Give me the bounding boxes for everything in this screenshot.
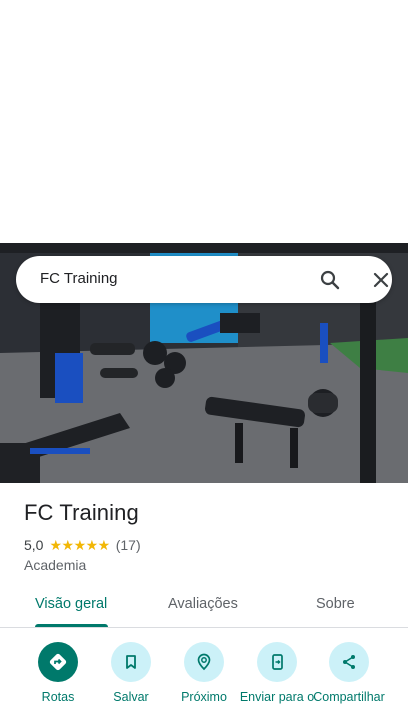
save-button[interactable]: Salvar	[91, 642, 171, 704]
share-icon	[329, 642, 369, 682]
tab-bar: Visão geral Avaliações Sobre	[0, 586, 408, 628]
nearby-label: Próximo	[181, 690, 227, 704]
send-to-phone-label: Enviar para o	[239, 690, 315, 704]
rating-row[interactable]: 5,0 ★★★★★ (17)	[24, 536, 141, 554]
close-icon[interactable]	[369, 268, 393, 292]
directions-icon	[38, 642, 78, 682]
send-to-phone-icon	[257, 642, 297, 682]
directions-button[interactable]: Rotas	[18, 642, 98, 704]
review-count: (17)	[115, 537, 141, 553]
place-title: FC Training	[24, 500, 139, 525]
star-rating: ★★★★★	[49, 536, 110, 553]
search-bar[interactable]: FC Training	[16, 256, 392, 303]
save-label: Salvar	[113, 690, 149, 704]
place-page: FC Training FC Training 5,0 ★★★★★ (17) A…	[0, 0, 408, 726]
nearby-icon	[184, 642, 224, 682]
place-category: Academia	[24, 557, 87, 573]
bookmark-icon	[111, 642, 151, 682]
share-label: Compartilhar	[313, 690, 385, 704]
divider	[0, 627, 408, 628]
tab-reviews[interactable]: Avaliações	[168, 596, 238, 612]
search-input[interactable]: FC Training	[40, 270, 118, 287]
tab-overview[interactable]: Visão geral	[35, 596, 107, 612]
tab-about[interactable]: Sobre	[316, 596, 355, 612]
rating-value: 5,0	[24, 537, 44, 553]
nearby-button[interactable]: Próximo	[164, 642, 244, 704]
send-to-phone-button[interactable]: Enviar para o	[237, 642, 317, 704]
directions-label: Rotas	[41, 690, 75, 704]
search-icon[interactable]	[318, 268, 342, 292]
share-button[interactable]: Compartilhar	[309, 642, 389, 704]
